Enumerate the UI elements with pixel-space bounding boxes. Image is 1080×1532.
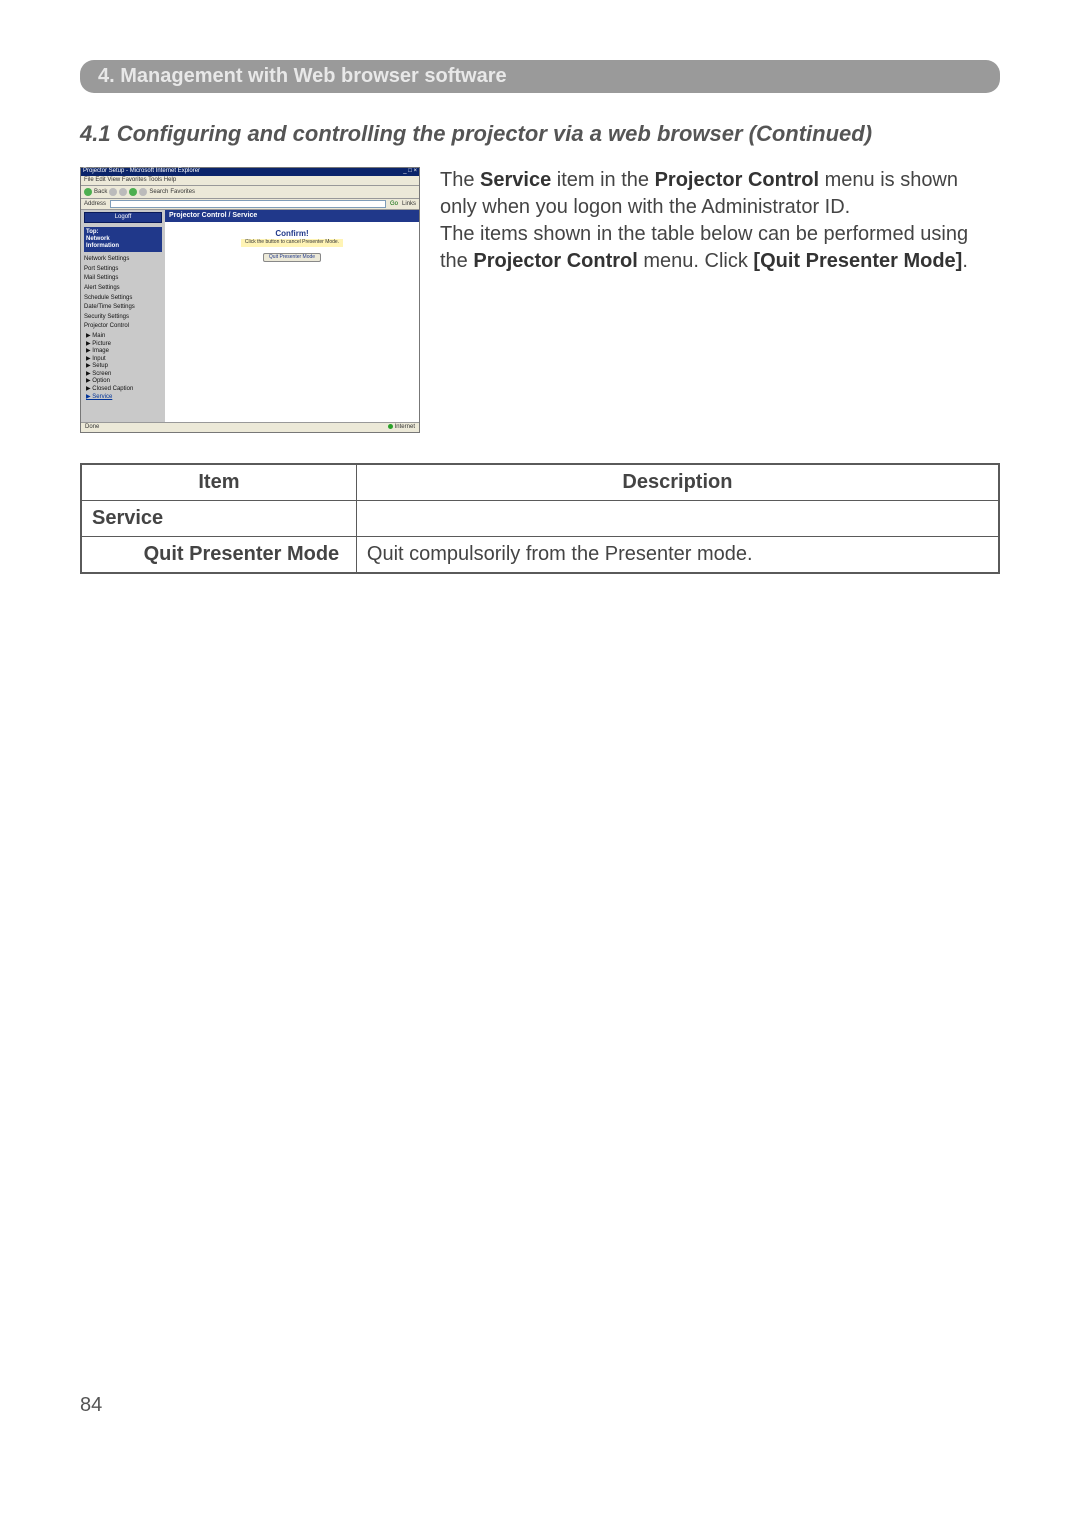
nav-alert-settings: Alert Settings xyxy=(84,285,162,292)
back-icon xyxy=(84,188,92,196)
row-quit-presenter: Quit Presenter Mode xyxy=(134,537,357,574)
nav-projector-control: Projector Control xyxy=(84,323,162,330)
nav-input: ▶ Input xyxy=(86,356,162,363)
embedded-screenshot: Projector Setup - Microsoft Internet Exp… xyxy=(80,167,420,433)
status-done: Done xyxy=(85,424,99,431)
links-label: Links xyxy=(402,201,416,208)
content-title: Projector Control / Service xyxy=(165,210,419,222)
favorites-label: Favorites xyxy=(170,189,195,196)
nav-setup: ▶ Setup xyxy=(86,363,162,370)
nav-picture: ▶ Picture xyxy=(86,341,162,348)
nav-closed-caption: ▶ Closed Caption xyxy=(86,386,162,393)
status-internet: Internet xyxy=(388,424,415,431)
nav-screen: ▶ Screen xyxy=(86,371,162,378)
col-description: Description xyxy=(356,464,999,501)
browser-toolbar: Back Search Favorites xyxy=(81,186,419,199)
nav-port-settings: Port Settings xyxy=(84,266,162,273)
forward-icon xyxy=(109,188,117,196)
confirm-heading: Confirm! xyxy=(173,230,411,239)
address-label: Address xyxy=(84,201,106,208)
quit-presenter-mode-button: Quit Presenter Mode xyxy=(263,253,321,263)
description-table: Item Description Service Quit Presenter … xyxy=(80,463,1000,574)
nav-datetime-settings: Date/Time Settings xyxy=(84,304,162,311)
menubar: File Edit View Favorites Tools Help xyxy=(81,176,419,186)
body-text: The Service item in the Projector Contro… xyxy=(440,167,1000,275)
screenshot-titlebar: Projector Setup - Microsoft Internet Exp… xyxy=(81,168,419,176)
window-controls: _ □ × xyxy=(403,168,417,176)
nav-security-settings: Security Settings xyxy=(84,314,162,321)
nav-schedule-settings: Schedule Settings xyxy=(84,295,162,302)
nav-network-settings: Network Settings xyxy=(84,256,162,263)
row-quit-presenter-desc: Quit compulsorily from the Presenter mod… xyxy=(356,537,999,574)
nav-service: ▶ Service xyxy=(86,394,162,401)
logoff-button: Logoff xyxy=(84,212,162,223)
back-label: Back xyxy=(94,189,107,196)
browser-statusbar: Done Internet xyxy=(81,422,419,432)
col-item: Item xyxy=(81,464,356,501)
row-service-desc xyxy=(356,501,999,537)
screenshot-sidebar: Logoff Top: Network Information Network … xyxy=(81,210,165,422)
go-button: Go xyxy=(390,201,398,208)
search-label: Search xyxy=(149,189,168,196)
stop-icon xyxy=(119,188,127,196)
section-heading: 4.1 Configuring and controlling the proj… xyxy=(80,121,1000,147)
nav-mail-settings: Mail Settings xyxy=(84,275,162,282)
nav-sub: ▶ Main ▶ Picture ▶ Image ▶ Input ▶ Setup… xyxy=(84,333,162,400)
home-icon xyxy=(139,188,147,196)
confirm-hint: Click the button to cancel Presenter Mod… xyxy=(241,239,343,247)
top-network-info: Top: Network Information xyxy=(84,227,162,253)
nav-image: ▶ Image xyxy=(86,348,162,355)
refresh-icon xyxy=(129,188,137,196)
chapter-band: 4. Management with Web browser software xyxy=(80,60,1000,93)
address-bar-row: Address Go Links xyxy=(81,199,419,210)
nav-option: ▶ Option xyxy=(86,378,162,385)
sidebar-nav: Network Settings Port Settings Mail Sett… xyxy=(84,256,162,403)
screenshot-content: Projector Control / Service Confirm! Cli… xyxy=(165,210,419,422)
row-service: Service xyxy=(81,501,356,537)
page-number: 84 xyxy=(80,1394,1000,1417)
nav-main: ▶ Main xyxy=(86,333,162,340)
window-title: Projector Setup - Microsoft Internet Exp… xyxy=(83,168,200,176)
address-field xyxy=(110,200,386,208)
